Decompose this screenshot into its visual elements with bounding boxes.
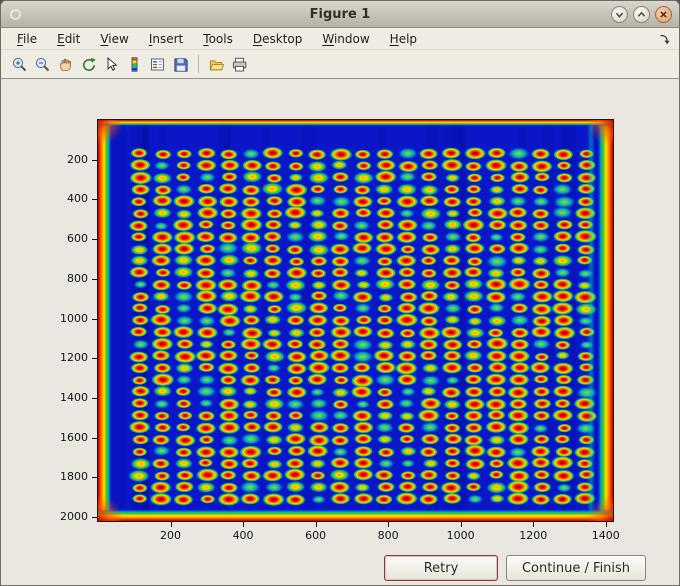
y-tick-label: 1200 xyxy=(60,351,88,365)
x-tick-mark xyxy=(533,522,535,527)
menu-file[interactable]: File xyxy=(7,29,47,49)
print-button[interactable] xyxy=(228,53,251,75)
y-tick-label: 1000 xyxy=(60,311,88,325)
zoom-in-button[interactable] xyxy=(8,53,31,75)
y-tick-mark xyxy=(92,199,97,201)
y-tick-mark xyxy=(92,278,97,280)
minimize-button[interactable] xyxy=(611,5,628,23)
figure-window: Figure 1 File Edit View Insert Tools Desktop W… xyxy=(0,0,680,586)
menu-edit[interactable]: Edit xyxy=(47,29,90,49)
x-tick-mark xyxy=(388,522,390,527)
menu-window[interactable]: Window xyxy=(312,29,379,49)
x-tick-label: 800 xyxy=(377,529,399,542)
menu-insert[interactable]: Insert xyxy=(139,29,193,49)
save-icon xyxy=(174,57,188,72)
y-tick-label: 1600 xyxy=(60,430,88,444)
window-title: Figure 1 xyxy=(309,6,371,22)
y-tick-label: 600 xyxy=(67,232,88,246)
toolbar-separator xyxy=(198,55,199,73)
data-cursor-button[interactable] xyxy=(100,53,123,75)
rotate-3d-button[interactable] xyxy=(77,53,100,75)
window-controls xyxy=(611,5,672,23)
x-tick-mark xyxy=(605,522,607,527)
y-tick-mark xyxy=(92,318,97,320)
y-tick-mark xyxy=(92,358,97,360)
window-menu-icon[interactable] xyxy=(10,8,21,20)
x-tick-mark xyxy=(243,522,245,527)
y-tick-mark xyxy=(92,397,97,399)
zoom-in-icon xyxy=(12,57,27,71)
insert-colorbar-button[interactable] xyxy=(123,53,146,75)
y-tick-mark xyxy=(92,517,97,519)
pan-button[interactable] xyxy=(54,53,77,75)
open-icon xyxy=(209,59,225,70)
x-tick-label: 1200 xyxy=(519,529,548,542)
y-tick-mark xyxy=(92,159,97,161)
retry-button[interactable]: Retry xyxy=(384,555,498,581)
save-button[interactable] xyxy=(169,53,192,75)
menu-tools[interactable]: Tools xyxy=(193,29,243,49)
y-tick-mark xyxy=(92,239,97,241)
y-tick-label: 200 xyxy=(67,152,88,166)
rotate-3d-icon xyxy=(83,57,96,71)
x-tick-label: 400 xyxy=(232,529,254,542)
y-tick-mark xyxy=(92,477,97,479)
y-tick-mark xyxy=(92,437,97,439)
x-tick-mark xyxy=(315,522,317,527)
x-tick-label: 600 xyxy=(305,529,327,542)
continue-finish-button[interactable]: Continue / Finish xyxy=(506,555,646,581)
pan-icon xyxy=(60,58,71,71)
y-tick-label: 1400 xyxy=(60,390,88,404)
print-icon xyxy=(232,57,247,71)
insert-legend-icon xyxy=(151,58,164,70)
x-tick-mark xyxy=(460,522,462,527)
insert-colorbar-icon xyxy=(131,56,138,72)
zoom-out-button[interactable] xyxy=(31,53,54,75)
x-tick-mark xyxy=(170,522,172,527)
zoom-out-icon xyxy=(35,57,50,71)
toolbar xyxy=(1,50,679,79)
dock-arrow-icon[interactable] xyxy=(657,31,671,50)
menu-desktop[interactable]: Desktop xyxy=(243,29,313,49)
maximize-button[interactable] xyxy=(633,5,650,23)
open-button[interactable] xyxy=(205,53,228,75)
y-tick-label: 400 xyxy=(67,192,88,206)
title-bar[interactable]: Figure 1 xyxy=(1,1,679,28)
close-button[interactable] xyxy=(655,5,672,23)
data-cursor-icon xyxy=(107,56,118,71)
x-tick-label: 1400 xyxy=(591,529,620,542)
y-tick-label: 2000 xyxy=(60,510,88,524)
figure-area: Retry Continue / Finish 200 400 600 800 1000… xyxy=(1,80,679,585)
menu-view[interactable]: View xyxy=(90,29,138,49)
x-tick-label: 1000 xyxy=(446,529,475,542)
insert-legend-button[interactable] xyxy=(146,53,169,75)
menu-help[interactable]: Help xyxy=(380,29,427,49)
y-tick-label: 1800 xyxy=(60,470,88,484)
menu-bar: File Edit View Insert Tools Desktop Window Help xyxy=(1,28,679,50)
y-tick-label: 800 xyxy=(67,271,88,285)
axes xyxy=(97,119,614,522)
plot-canvas[interactable] xyxy=(98,120,613,521)
x-tick-label: 200 xyxy=(160,529,182,542)
